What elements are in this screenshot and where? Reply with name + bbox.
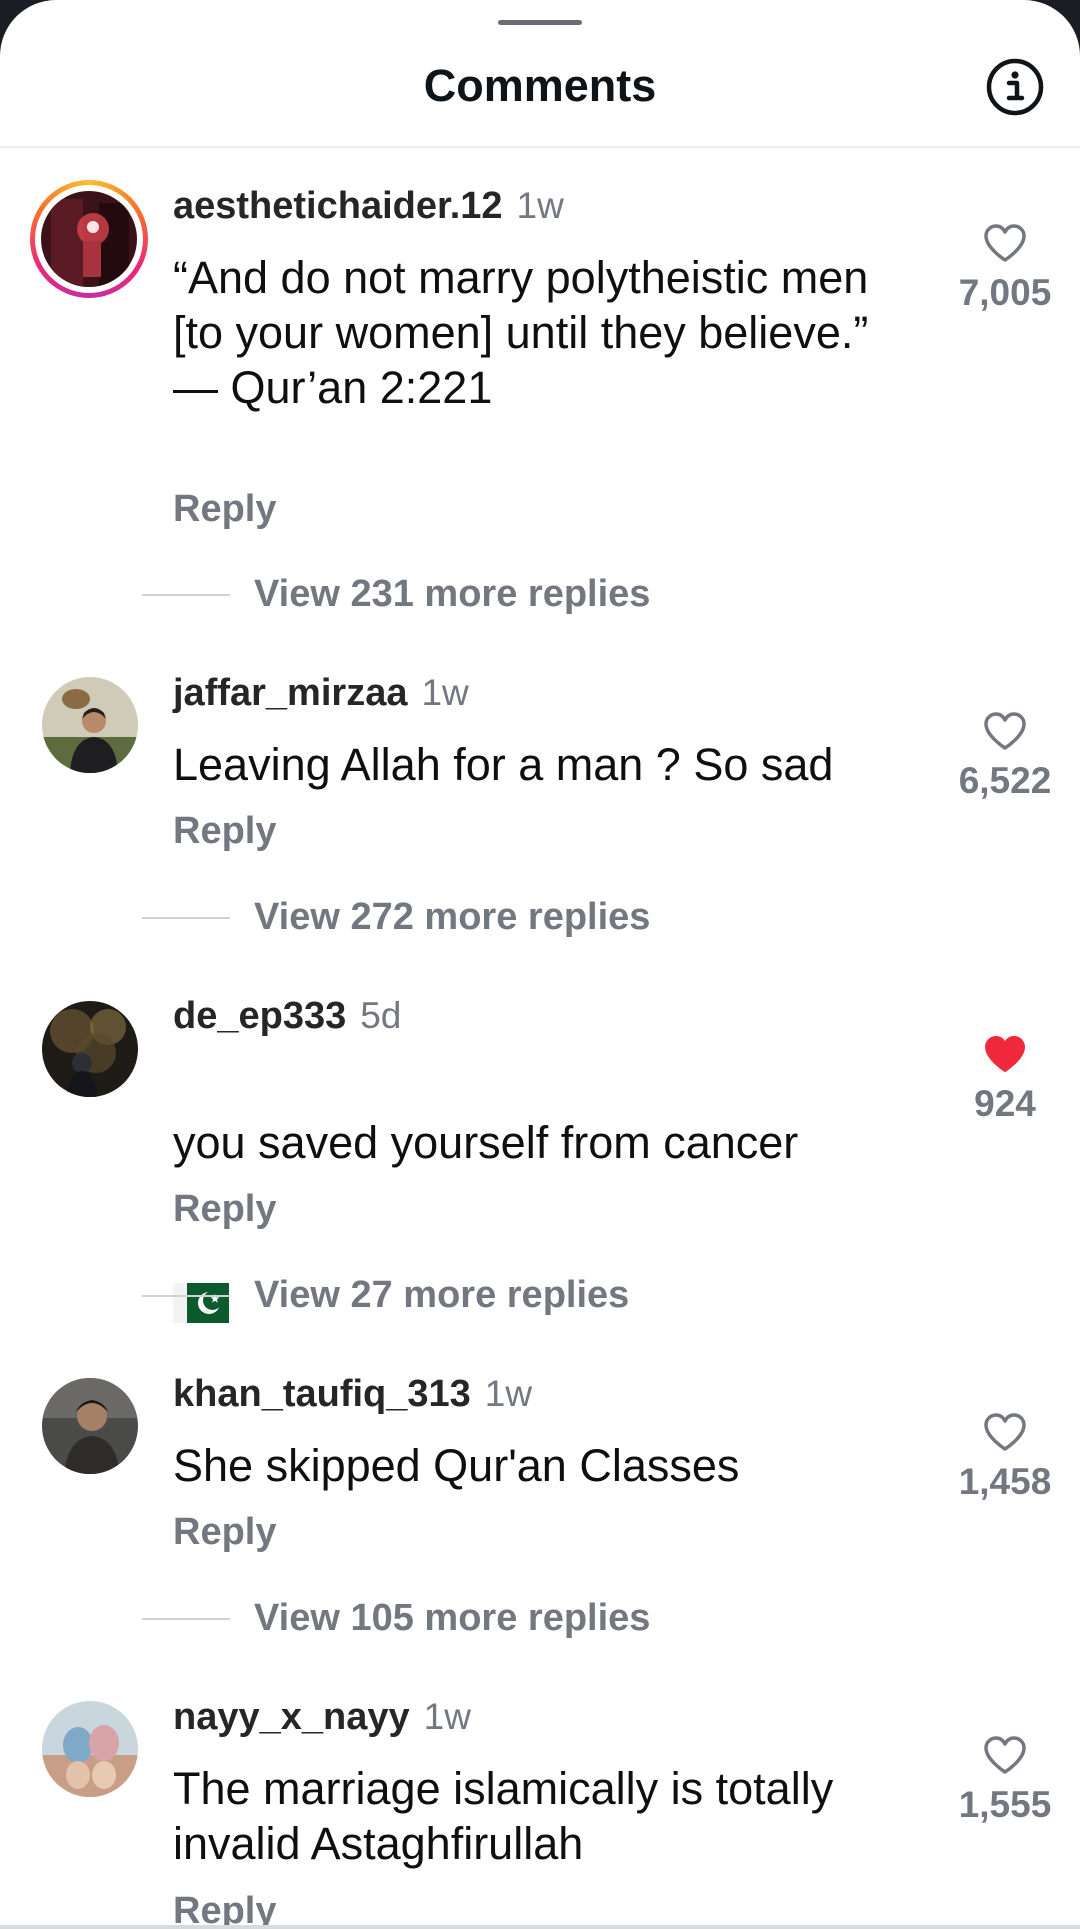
- view-replies-label: View 231 more replies: [254, 573, 651, 615]
- comments-sheet: Comments aesthetichaider.12 1w “And do n…: [0, 0, 1080, 1929]
- view-replies-label: View 272 more replies: [254, 896, 651, 938]
- like-count: 924: [974, 1083, 1036, 1124]
- like-button[interactable]: 924: [940, 1033, 1070, 1125]
- header-divider: [0, 146, 1080, 148]
- heart-outline-icon[interactable]: [982, 222, 1028, 264]
- view-replies-label: View 105 more replies: [254, 1597, 651, 1639]
- avatar[interactable]: [42, 677, 138, 773]
- story-ring[interactable]: [30, 180, 148, 298]
- comment-text: The marriage islamically is totally inva…: [173, 1763, 834, 1869]
- comment-timestamp: 1w: [423, 1696, 471, 1737]
- comment-text: Leaving Allah for a man ? So sad: [173, 739, 834, 790]
- comment-timestamp: 1w: [516, 185, 564, 226]
- comment-username[interactable]: jaffar_mirzaa: [173, 672, 407, 714]
- drag-handle[interactable]: [498, 20, 582, 25]
- like-button[interactable]: 1,555: [940, 1734, 1070, 1826]
- reply-button[interactable]: Reply: [173, 1511, 276, 1554]
- comment-username[interactable]: de_ep333: [173, 995, 346, 1037]
- reply-button[interactable]: Reply: [173, 1890, 276, 1929]
- like-count: 7,005: [958, 272, 1052, 313]
- reply-button[interactable]: Reply: [173, 810, 276, 853]
- comment-timestamp: 5d: [360, 995, 402, 1036]
- avatar[interactable]: [42, 1378, 138, 1474]
- heart-outline-icon[interactable]: [982, 1411, 1028, 1453]
- comment-username[interactable]: khan_taufiq_313: [173, 1373, 471, 1415]
- replies-divider: [142, 917, 230, 919]
- comment-text: “And do not marry polytheistic men [to y…: [173, 252, 869, 413]
- like-count: 1,555: [958, 1784, 1052, 1825]
- heart-filled-icon[interactable]: [982, 1033, 1028, 1075]
- pakistan-flag-icon: [173, 1225, 229, 1335]
- avatar[interactable]: [42, 1701, 138, 1797]
- comment-timestamp: 1w: [421, 672, 469, 713]
- like-button[interactable]: 1,458: [940, 1411, 1070, 1503]
- info-icon[interactable]: [984, 56, 1046, 118]
- like-button[interactable]: 7,005: [940, 222, 1070, 314]
- heart-outline-icon[interactable]: [982, 710, 1028, 752]
- like-button[interactable]: 6,522: [940, 710, 1070, 802]
- view-replies-label: View 27 more replies: [254, 1274, 630, 1316]
- page-title: Comments: [423, 60, 657, 111]
- comment-text: She skipped Qur'an Classes: [173, 1440, 740, 1491]
- comment-timestamp: 1w: [484, 1373, 533, 1414]
- replies-divider: [142, 1618, 230, 1620]
- avatar[interactable]: [41, 191, 137, 287]
- reply-button[interactable]: Reply: [173, 488, 276, 531]
- comment-username[interactable]: aesthetichaider.12: [173, 185, 503, 227]
- replies-divider: [142, 1295, 230, 1297]
- like-count: 6,522: [958, 760, 1052, 801]
- replies-divider: [142, 594, 230, 596]
- avatar[interactable]: [42, 1001, 138, 1097]
- comment-text-body: you saved yourself from cancer: [173, 1117, 799, 1168]
- reply-button[interactable]: Reply: [173, 1188, 276, 1231]
- comment-username[interactable]: nayy_x_nayy: [173, 1696, 410, 1738]
- heart-outline-icon[interactable]: [982, 1734, 1028, 1776]
- bottom-divider: [0, 1925, 1080, 1929]
- like-count: 1,458: [958, 1461, 1052, 1502]
